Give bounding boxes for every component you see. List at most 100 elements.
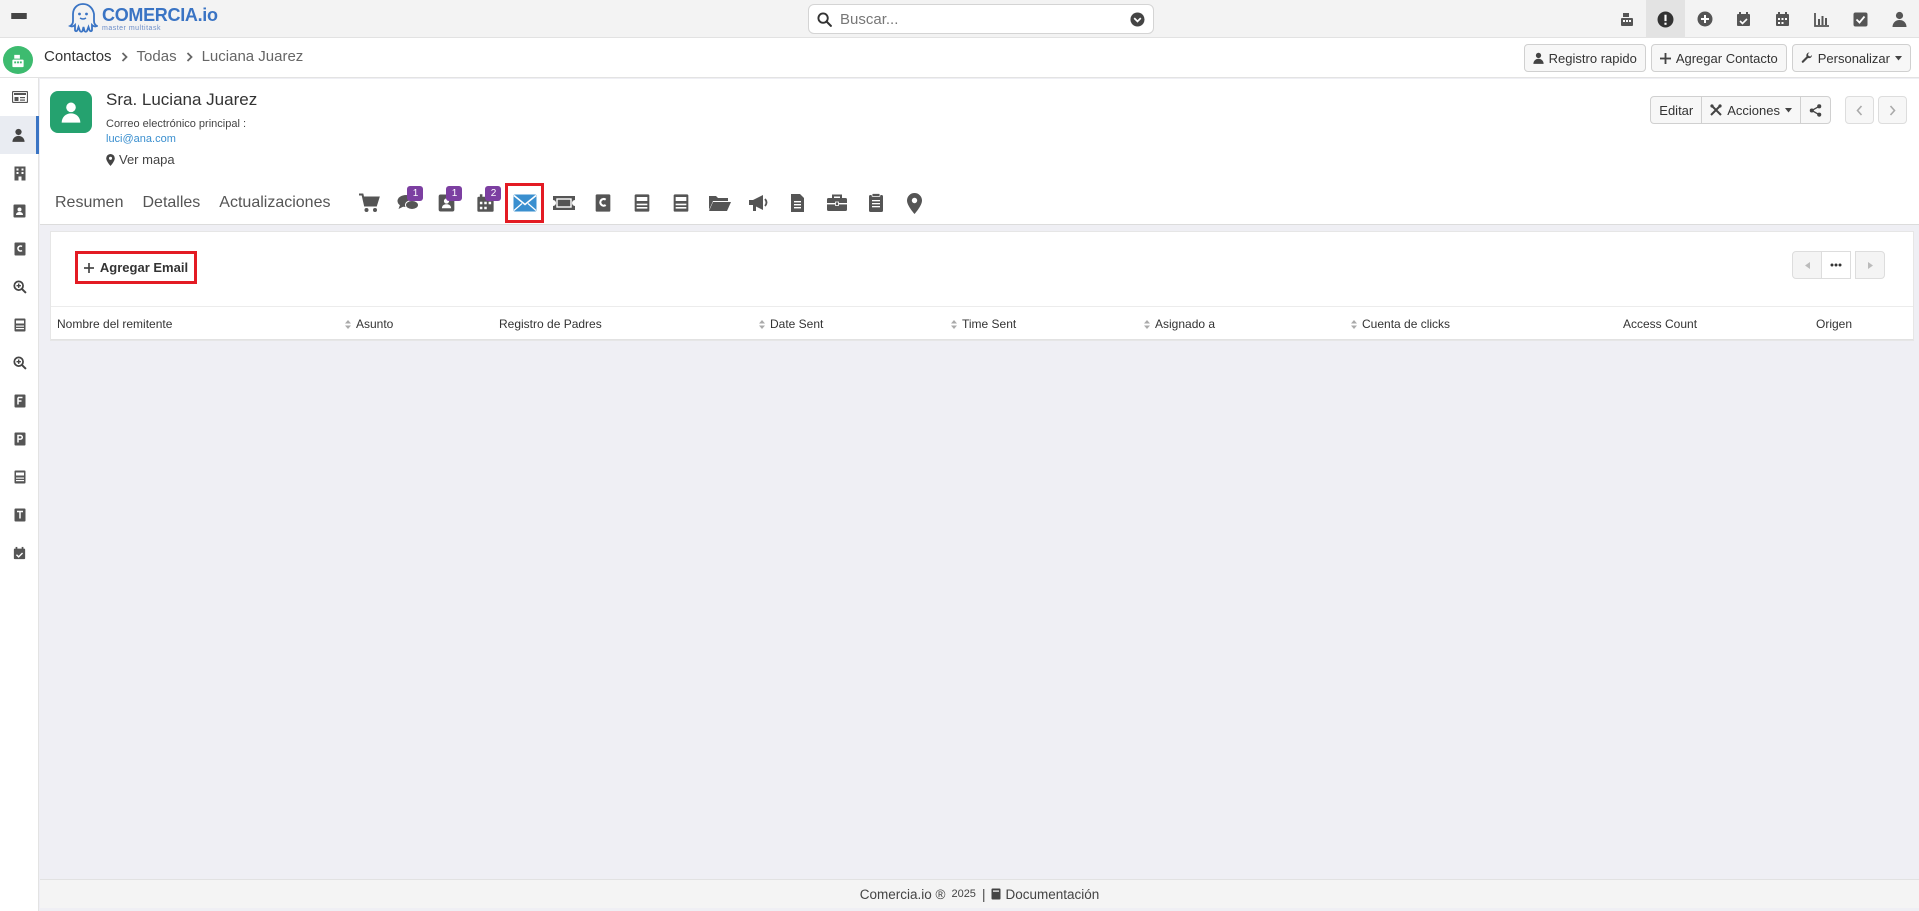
column-label: Date Sent: [770, 317, 824, 331]
tab-resumen[interactable]: Resumen: [55, 194, 123, 212]
view-map-link[interactable]: Ver mapa: [106, 152, 175, 167]
tools-icon: [1710, 104, 1722, 116]
sidebar-item-ordenes-venta[interactable]: [0, 306, 39, 344]
column-label: Asignado a: [1155, 317, 1216, 331]
column-header-access-count[interactable]: Access Count: [1623, 307, 1697, 341]
sidebar-item-cotizaciones[interactable]: [0, 230, 39, 268]
tab-ventas[interactable]: [349, 183, 388, 223]
column-header-click-count[interactable]: Cuenta de clicks: [1351, 307, 1450, 341]
sidebar-item-contactos[interactable]: [0, 116, 39, 154]
tab-proyectos[interactable]: [817, 183, 856, 223]
column-header-date-sent[interactable]: Date Sent: [759, 307, 823, 341]
chevron-left-icon: [1856, 104, 1863, 116]
share-icon: [1809, 103, 1822, 117]
map-marker-icon: [106, 153, 115, 166]
search-input[interactable]: [840, 10, 1130, 28]
module-home-button[interactable]: [3, 46, 33, 74]
customize-label: Personalizar: [1817, 50, 1890, 66]
toolbar-alerts-button[interactable]: [1646, 0, 1685, 38]
toolbar-reports-button[interactable]: [1802, 0, 1841, 38]
column-header-parent-record[interactable]: Registro de Padres: [499, 307, 602, 341]
sidebar-item-agenda[interactable]: [0, 192, 39, 230]
sidebar-item-tareas[interactable]: [0, 534, 39, 572]
tab-emails[interactable]: [505, 183, 545, 223]
tab-campanas[interactable]: [739, 183, 778, 223]
toolbar-checklist-button[interactable]: [1841, 0, 1880, 38]
search-options-icon[interactable]: [1130, 11, 1145, 27]
record-tabs: Resumen Detalles Actualizaciones 1 1 2: [55, 181, 934, 225]
tab-calendario[interactable]: 2: [466, 183, 505, 223]
documentation-label: Documentación: [1005, 886, 1100, 902]
tab-tickets[interactable]: [544, 183, 583, 223]
tab-actualizaciones[interactable]: Actualizaciones: [219, 194, 330, 212]
add-contact-label: Agregar Contacto: [1675, 50, 1778, 66]
toolbar-create-button[interactable]: [1685, 0, 1724, 38]
email-link[interactable]: luci@ana.com: [106, 133, 176, 145]
breadcrumb-contactos[interactable]: Contactos: [44, 48, 112, 65]
menu-toggle-button[interactable]: [0, 0, 38, 38]
sidebar-item-tickets[interactable]: [0, 496, 39, 534]
sort-icon: [759, 319, 765, 329]
view-map-label: Ver mapa: [119, 152, 175, 167]
add-contact-button[interactable]: Agregar Contacto: [1650, 44, 1787, 72]
tab-documentos[interactable]: [700, 183, 739, 223]
document-p-icon: [14, 432, 25, 446]
sidebar-item-busqueda-avanzada[interactable]: [0, 344, 39, 382]
column-header-sender[interactable]: Nombre del remitente: [57, 307, 172, 341]
header-actions: Registro rapido Agregar Contacto Persona…: [1523, 44, 1911, 72]
bar-chart-icon: [1813, 12, 1829, 27]
share-button[interactable]: [1800, 96, 1831, 124]
breadcrumb-todas[interactable]: Todas: [137, 48, 177, 65]
envelope-icon: [513, 194, 537, 212]
documentation-link[interactable]: Documentación: [991, 887, 1099, 902]
quick-register-button[interactable]: Registro rapido: [1523, 44, 1646, 72]
sidebar-item-cuentas[interactable]: [0, 78, 39, 116]
caret-down-icon: [1895, 55, 1902, 60]
toolbar-user-button[interactable]: [1880, 0, 1919, 38]
tab-ordenes-venta[interactable]: [661, 183, 700, 223]
user-icon: [1533, 52, 1544, 64]
column-label: Access Count: [1623, 317, 1698, 331]
toolbar-calendar-button[interactable]: [1763, 0, 1802, 38]
pagination-next-button[interactable]: [1855, 251, 1885, 279]
chevron-right-icon: [1889, 104, 1896, 116]
user-icon: [11, 128, 25, 142]
tab-contratos[interactable]: [856, 183, 895, 223]
edit-button[interactable]: Editar: [1650, 96, 1703, 124]
column-header-assigned-to[interactable]: Asignado a: [1144, 307, 1215, 341]
tab-ubicacion[interactable]: [895, 183, 934, 223]
sidebar-item-empresas[interactable]: [0, 154, 39, 192]
pagination-more-button[interactable]: [1821, 251, 1851, 279]
toolbar-register-button[interactable]: [1607, 0, 1646, 38]
tab-detalles[interactable]: Detalles: [142, 194, 200, 212]
tab-contactos[interactable]: 1: [427, 183, 466, 223]
app-logo[interactable]: COMERCIA.io master multitask: [68, 2, 218, 36]
actions-dropdown-button[interactable]: Acciones: [1701, 96, 1801, 124]
sidebar-item-busqueda[interactable]: [0, 268, 39, 306]
column-header-subject[interactable]: Asunto: [345, 307, 393, 341]
previous-record-button[interactable]: [1845, 96, 1874, 124]
search-icon: [817, 11, 832, 27]
column-header-time-sent[interactable]: Time Sent: [951, 307, 1016, 341]
sidebar-item-facturas[interactable]: [0, 382, 39, 420]
next-record-button[interactable]: [1878, 96, 1907, 124]
toolbar-tasks-calendar-button[interactable]: [1724, 0, 1763, 38]
quick-register-label: Registro rapido: [1548, 50, 1637, 66]
tab-cotizaciones[interactable]: [583, 183, 622, 223]
sidebar-item-pedidos[interactable]: [0, 420, 39, 458]
user-icon: [61, 102, 81, 123]
add-email-button[interactable]: Agregar Email: [75, 251, 197, 284]
actions-label: Acciones: [1727, 102, 1780, 118]
customize-button[interactable]: Personalizar: [1791, 44, 1911, 72]
footer-separator: |: [981, 886, 986, 902]
tab-mensajes[interactable]: 1: [388, 183, 427, 223]
tab-facturas[interactable]: [778, 183, 817, 223]
pagination-prev-button[interactable]: [1792, 251, 1822, 279]
tab-ordenes-compra[interactable]: [622, 183, 661, 223]
sidebar-item-notas-credito[interactable]: [0, 458, 39, 496]
exclamation-circle-icon: [1657, 11, 1674, 27]
document-nc-icon: [14, 470, 25, 484]
wrench-icon: [1801, 52, 1812, 63]
footer-brand: Comercia.io ®: [859, 886, 946, 902]
column-header-origin[interactable]: Origen: [1816, 307, 1852, 341]
